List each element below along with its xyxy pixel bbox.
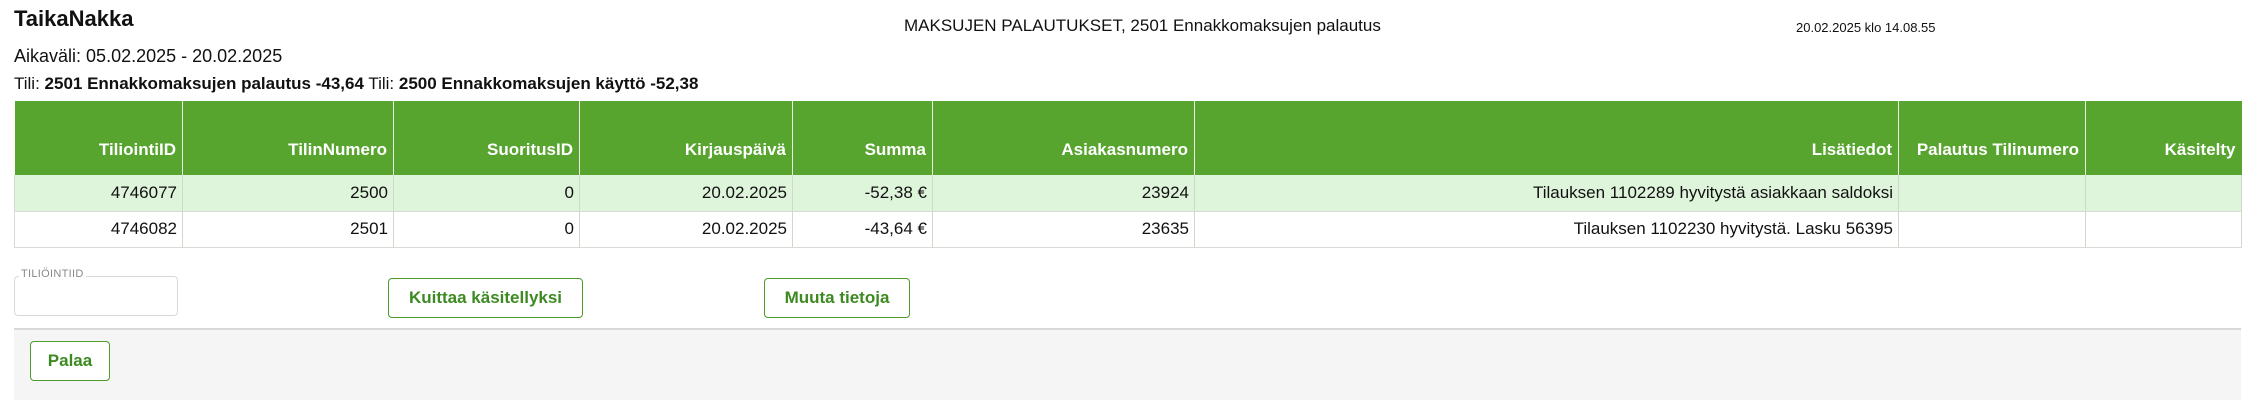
column-header-lisatiedot[interactable]: Lisätiedot [1194, 101, 1899, 175]
tiliointiid-input[interactable] [14, 276, 178, 316]
cell-palautus-tilinumero [1898, 175, 2086, 212]
column-header-tilinnumero[interactable]: TilinNumero [182, 101, 394, 175]
cell-lisatiedot: Tilauksen 1102289 hyvitystä asiakkaan sa… [1194, 175, 1899, 212]
account-total-2501: 2501 Ennakkomaksujen palautus -43,64 [44, 74, 364, 93]
cell-lisatiedot: Tilauksen 1102230 hyvitystä. Lasku 56395 [1194, 211, 1899, 248]
column-header-tiliointiid[interactable]: TiliointiID [14, 101, 183, 175]
cell-kirjauspaiva: 20.02.2025 [579, 175, 793, 212]
footer-bar: Palaa [14, 328, 2241, 400]
column-header-kirjauspaiva[interactable]: Kirjauspäivä [579, 101, 793, 175]
edit-button[interactable]: Muuta tietoja [764, 278, 910, 318]
column-header-palautus-tilinumero[interactable]: Palautus Tilinumero [1898, 101, 2086, 175]
cell-suoritusid: 0 [393, 211, 580, 248]
cell-summa: -52,38 € [792, 175, 933, 212]
date-range-value: 05.02.2025 - 20.02.2025 [86, 46, 283, 66]
report-title: MAKSUJEN PALAUTUKSET, 2501 Ennakkomaksuj… [904, 16, 1381, 35]
date-range-label: Aikaväli: [14, 46, 82, 66]
cell-tiliointiid: 4746082 [14, 211, 183, 248]
date-range: Aikaväli: 05.02.2025 - 20.02.2025 [14, 46, 282, 67]
column-header-suoritusid[interactable]: SuoritusID [393, 101, 580, 175]
cell-tiliointiid: 4746077 [14, 175, 183, 212]
cell-kasitelty [2085, 175, 2242, 212]
cell-suoritusid: 0 [393, 175, 580, 212]
table-header-row: TiliointiID TilinNumero SuoritusID Kirja… [14, 101, 2242, 175]
table-row[interactable]: 4746077 2500 0 20.02.2025 -52,38 € 23924… [14, 175, 2242, 212]
account-totals: Tili: 2501 Ennakkomaksujen palautus -43,… [14, 74, 698, 94]
column-header-asiakasnumero[interactable]: Asiakasnumero [932, 101, 1195, 175]
table-row[interactable]: 4746082 2501 0 20.02.2025 -43,64 € 23635… [14, 211, 2242, 248]
cell-kirjauspaiva: 20.02.2025 [579, 211, 793, 248]
report-timestamp: 20.02.2025 klo 14.08.55 [1796, 20, 1936, 35]
account-prefix: Tili: [368, 74, 395, 93]
column-header-summa[interactable]: Summa [792, 101, 933, 175]
cell-summa: -43,64 € [792, 211, 933, 248]
app-name: TaikaNakka [14, 6, 134, 31]
account-total-2500: 2500 Ennakkomaksujen käyttö -52,38 [398, 74, 699, 93]
column-header-kasitelty[interactable]: Käsitelty [2085, 101, 2242, 175]
refunds-table: TiliointiID TilinNumero SuoritusID Kirja… [14, 101, 2242, 248]
cell-kasitelty [2085, 211, 2242, 248]
cell-tilinnumero: 2500 [182, 175, 394, 212]
account-prefix: Tili: [14, 74, 40, 93]
acknowledge-button[interactable]: Kuittaa käsitellyksi [388, 278, 583, 318]
back-button[interactable]: Palaa [30, 341, 110, 381]
cell-asiakasnumero: 23924 [932, 175, 1195, 212]
tiliointiid-input-label: TILIÖINTIID [19, 268, 86, 280]
cell-palautus-tilinumero [1898, 211, 2086, 248]
cell-asiakasnumero: 23635 [932, 211, 1195, 248]
cell-tilinnumero: 2501 [182, 211, 394, 248]
